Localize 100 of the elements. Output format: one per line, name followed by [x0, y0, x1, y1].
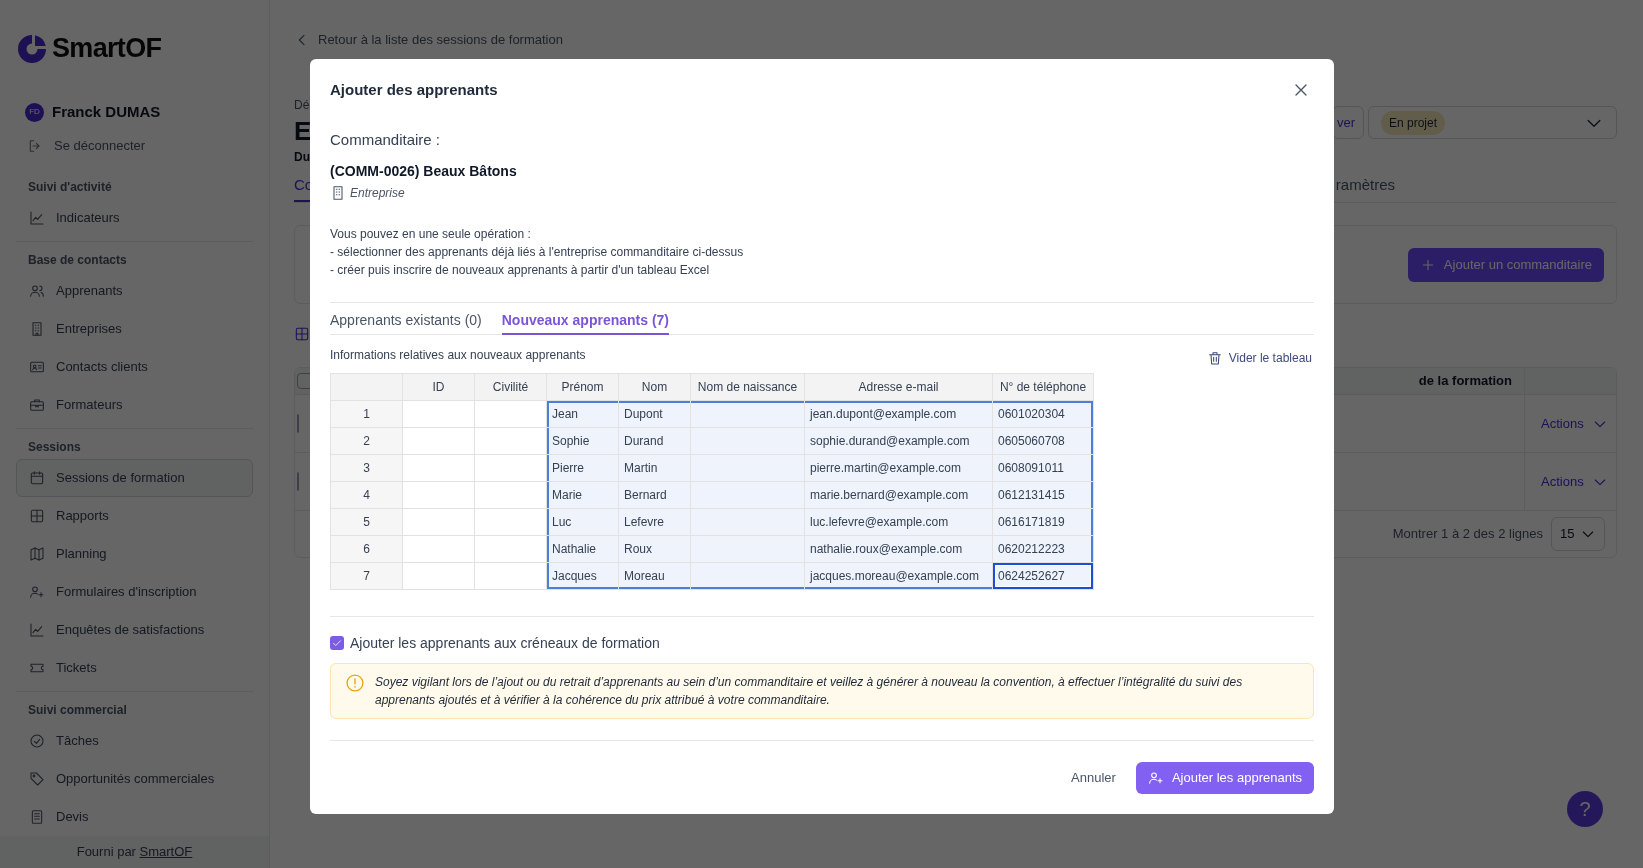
checkbox[interactable]: [330, 636, 344, 650]
column-header: Adresse e-mail: [804, 373, 993, 401]
table-cell[interactable]: 0620212223: [992, 535, 1094, 563]
submit-button[interactable]: Ajouter les apprenants: [1135, 762, 1314, 794]
table-cell[interactable]: [690, 454, 805, 482]
status-badge: En projet: [1381, 110, 1446, 135]
client-label: Commanditaire :: [330, 130, 442, 150]
row-number: 4: [330, 481, 403, 509]
table-cell[interactable]: [402, 535, 475, 563]
table-cell[interactable]: [402, 427, 475, 455]
table-cell[interactable]: Nathalie: [546, 535, 619, 563]
map-icon: [29, 545, 45, 562]
column-header: ID: [402, 373, 475, 401]
table-cell[interactable]: Pierre: [546, 454, 619, 482]
client-type: Entreprise: [350, 185, 405, 202]
table-cell[interactable]: sophie.durand@example.com: [804, 427, 993, 455]
table-cell[interactable]: Jean: [546, 400, 619, 428]
grid-icon: [29, 507, 45, 524]
table-cell[interactable]: Lefevre: [618, 508, 691, 536]
table-cell[interactable]: 0605060708: [992, 427, 1094, 455]
tag-icon: [29, 770, 45, 787]
table-cell[interactable]: [402, 400, 475, 428]
building-icon: [29, 320, 45, 337]
chart-icon: [29, 621, 45, 638]
tab[interactable]: Apprenants existants (0): [330, 310, 482, 335]
table-cell[interactable]: [402, 454, 475, 482]
logo-text: SmartOF: [52, 32, 162, 66]
logo-icon: [16, 32, 48, 65]
user-plus-icon: [1147, 770, 1164, 786]
table-cell[interactable]: [402, 562, 475, 590]
table-cell[interactable]: marie.bernard@example.com: [804, 481, 993, 509]
table-cell[interactable]: [474, 481, 547, 509]
clear-table-button[interactable]: Vider le tableau: [1206, 349, 1312, 367]
table-cell[interactable]: nathalie.roux@example.com: [804, 535, 993, 563]
table-cell[interactable]: jacques.moreau@example.com: [804, 562, 993, 590]
table-cell[interactable]: [690, 562, 805, 590]
table-cell[interactable]: [474, 400, 547, 428]
table-cell[interactable]: luc.lefevre@example.com: [804, 508, 993, 536]
page-title: E: [294, 115, 312, 147]
table-cell[interactable]: Bernard: [618, 481, 691, 509]
column-header: Prénom: [546, 373, 619, 401]
modal-title: Ajouter des apprenants: [330, 79, 498, 100]
table-cell[interactable]: [690, 481, 805, 509]
chart-icon: [29, 209, 45, 226]
table-cell[interactable]: jean.dupont@example.com: [804, 400, 993, 428]
table-cell[interactable]: [474, 562, 547, 590]
trash-icon: [1206, 350, 1223, 366]
row-number: 2: [330, 427, 403, 455]
table-cell[interactable]: Dupont: [618, 400, 691, 428]
cancel-button[interactable]: Annuler: [1067, 762, 1120, 794]
intro-text: - créer puis inscrire de nouveaux apprenants à partir d'un tableau Excel: [330, 262, 711, 279]
table-cell[interactable]: 0624252627: [992, 562, 1094, 590]
table-cell[interactable]: [474, 427, 547, 455]
table-cell[interactable]: [402, 508, 475, 536]
section-title: Suivi commercial: [27, 701, 128, 719]
check-icon: [331, 637, 343, 649]
briefcase-icon: [29, 396, 45, 413]
user-name: Franck DUMAS: [52, 102, 161, 122]
check-circle-icon: [29, 732, 45, 749]
table-cell[interactable]: Luc: [546, 508, 619, 536]
column-header: Civilité: [474, 373, 547, 401]
page-subtitle: Du: [294, 149, 311, 166]
table-cell[interactable]: Durand: [618, 427, 691, 455]
table-cell[interactable]: pierre.martin@example.com: [804, 454, 993, 482]
footer-text: Fourni par SmartOF: [76, 843, 193, 862]
table-cell[interactable]: 0616171819: [992, 508, 1094, 536]
table-cell[interactable]: [402, 481, 475, 509]
table-cell[interactable]: Martin: [618, 454, 691, 482]
document-icon: [29, 808, 45, 825]
page-size-value: 15: [1560, 525, 1575, 544]
table-cell[interactable]: Roux: [618, 535, 691, 563]
table-cell[interactable]: Moreau: [618, 562, 691, 590]
calendar-icon: [29, 469, 45, 486]
tab[interactable]: Nouveaux apprenants (7): [501, 310, 669, 335]
table-cell[interactable]: [690, 508, 805, 536]
table-cell[interactable]: [690, 400, 805, 428]
user-plus-icon: [29, 583, 45, 600]
row-number: 7: [330, 562, 403, 590]
section-title: Suivi d'activité: [27, 178, 113, 196]
table-cell[interactable]: [474, 508, 547, 536]
column-header: Nom de naissance: [690, 373, 805, 401]
table-cell[interactable]: Sophie: [546, 427, 619, 455]
warning-icon: [345, 673, 365, 693]
table-cell[interactable]: [474, 454, 547, 482]
table-cell[interactable]: [474, 535, 547, 563]
breadcrumb: Dé: [294, 97, 311, 114]
table-cell[interactable]: 0612131415: [992, 481, 1094, 509]
table-cell[interactable]: 0601020304: [992, 400, 1094, 428]
warning-text: Soyez vigilant lors de l’ajout ou du retrait d’apprenants au sein d’un commanditaire et veillez à générer à nouveau la convention, à effectuer l’intégralité du suivi des apprenants ajoutés et à vérifier à la cohérence du prix attribué à votre commanditaire.: [375, 674, 1244, 709]
table-cell[interactable]: Jacques: [546, 562, 619, 590]
intro-text: - sélectionner des apprenants déjà liés à l'entreprise commanditaire ci-dessus: [330, 244, 745, 261]
intro-text: Vous pouvez en une seule opération :: [330, 226, 532, 243]
table-icon: [294, 326, 310, 342]
table-cell[interactable]: 0608091011: [992, 454, 1094, 482]
row-number: 1: [330, 400, 403, 428]
table-cell[interactable]: [690, 427, 805, 455]
column-header: N° de téléphone: [992, 373, 1094, 401]
table-cell[interactable]: Marie: [546, 481, 619, 509]
building-icon: [330, 185, 346, 201]
table-cell[interactable]: [690, 535, 805, 563]
